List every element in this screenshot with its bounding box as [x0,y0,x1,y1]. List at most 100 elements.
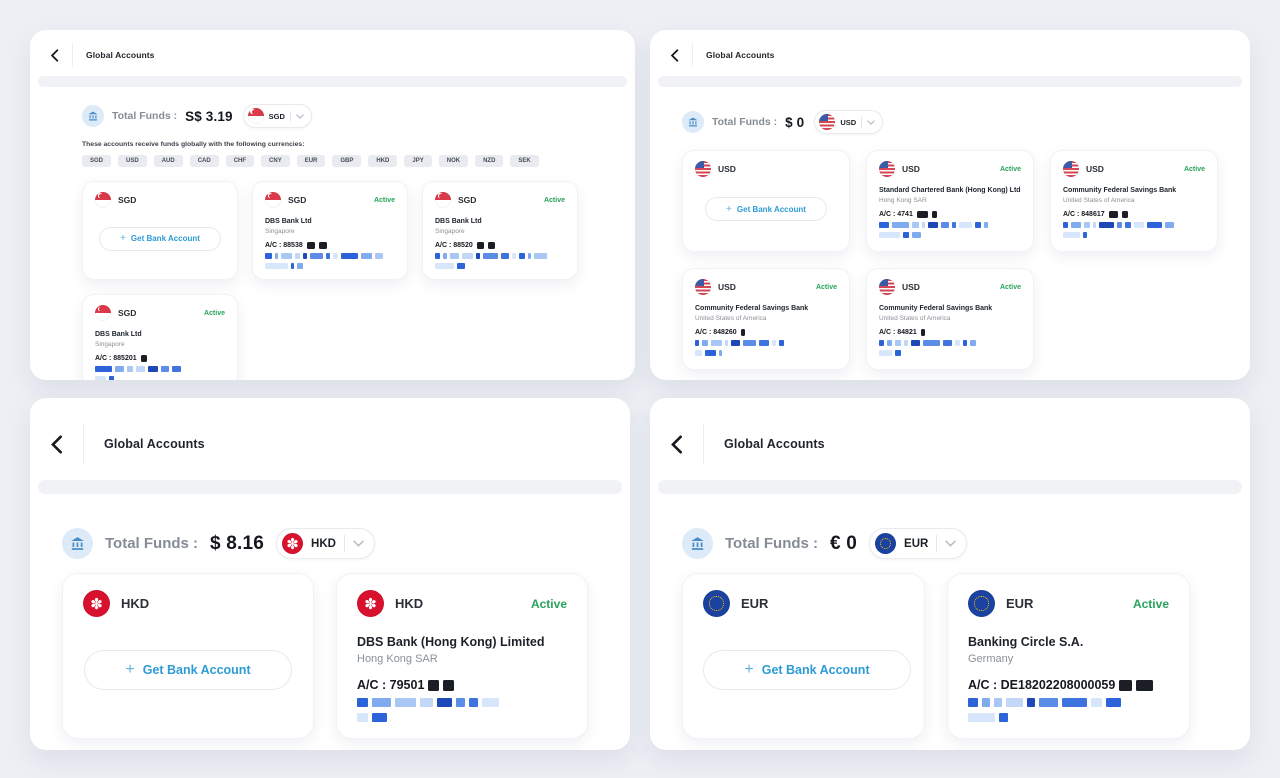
chevron-down-icon [296,114,304,119]
currency-flag-icon [695,279,711,295]
account-card[interactable]: EUR Active Banking Circle S.A. Germany A… [947,573,1190,739]
account-card[interactable]: SGD + Get Bank Account [82,181,238,280]
total-funds-amount: $ 0 [785,115,804,130]
get-bank-account-button[interactable]: + Get Bank Account [99,227,221,251]
currency-chip: USD [118,155,147,167]
redacted-account-details [95,362,225,380]
chevron-left-icon [670,435,683,454]
header-divider [703,424,704,464]
scrollbar-track[interactable] [658,480,1242,494]
plus-icon: + [744,661,753,679]
account-number: A/C : 4741 [879,211,1021,218]
redacted-digits [473,242,495,249]
redaction-row [968,713,1169,722]
header-divider [692,43,693,67]
back-button[interactable] [50,435,63,454]
currency-select[interactable]: USD [814,110,883,134]
currency-flag-icon: ✽ [282,533,303,554]
chevron-down-icon [867,120,875,125]
selected-currency: EUR [904,538,928,550]
currency-chip: NZD [475,155,503,167]
currency-flag-icon [1063,161,1079,177]
total-funds-label: Total Funds : [725,535,818,552]
card-header: USD Active [1063,161,1205,177]
currency-chip: EUR [297,155,326,167]
currency-chip: SEK [510,155,538,167]
get-bank-account-label: Get Bank Account [762,663,870,677]
card-header: EUR Active [968,590,1169,617]
status-badge: Active [1133,597,1169,611]
account-number: A/C : 79501 [357,678,567,692]
currency-code: SGD [288,195,306,205]
total-funds-label: Total Funds : [105,535,198,552]
account-cards: USD + Get Bank Account USD Active Standa… [682,150,1226,370]
selected-currency: USD [840,118,856,127]
redaction-row [695,340,837,346]
select-divider [290,111,291,122]
currency-select[interactable]: EUR [869,528,967,559]
scrollbar-track[interactable] [38,480,622,494]
get-bank-account-label: Get Bank Account [143,663,251,677]
plus-icon: + [120,233,126,244]
currency-flag-icon: ✽ [83,590,110,617]
account-card[interactable]: EUR + Get Bank Account [682,573,925,739]
account-card[interactable]: SGD Active DBS Bank Ltd Singapore A/C : … [252,181,408,280]
account-number-text: A/C : 848260 [695,329,737,336]
bank-region: United States of America [695,315,837,322]
currency-flag-icon [968,590,995,617]
redaction-row [695,350,837,356]
scrollbar-track[interactable] [658,76,1242,87]
plus-icon: + [726,204,732,215]
currency-chip: CNY [261,155,290,167]
currency-flag-icon [875,533,896,554]
global-accounts-panel-sgd: Global Accounts Total Funds : S$ 3.19 SG… [30,30,635,380]
account-number-text: A/C : 84821 [879,329,917,336]
redacted-account-details [695,336,837,356]
account-cards: EUR + Get Bank Account EUR Active Bankin… [682,573,1220,739]
account-card[interactable]: USD Active Standard Chartered Bank (Hong… [866,150,1034,252]
currency-select[interactable]: ✽ HKD [276,528,375,559]
redaction-row [879,340,1021,346]
select-divider [344,535,345,552]
status-badge: Active [1000,166,1021,173]
bank-region: Hong Kong SAR [357,653,567,665]
get-bank-account-button[interactable]: + Get Bank Account [703,650,911,690]
status-badge: Active [544,197,565,204]
redaction-row [95,366,225,372]
account-number-text: A/C : 88538 [265,242,303,249]
scrollbar-track[interactable] [38,76,627,87]
card-header: USD Active [879,161,1021,177]
select-divider [936,535,937,552]
account-card[interactable]: USD Active Community Federal Savings Ban… [682,268,850,370]
currency-code: USD [902,282,920,292]
bank-region: Singapore [265,228,395,235]
get-bank-account-button[interactable]: + Get Bank Account [705,197,827,221]
chevron-down-icon [353,540,364,547]
account-card[interactable]: USD Active Community Federal Savings Ban… [1050,150,1218,252]
page-title: Global Accounts [104,437,205,451]
account-number: A/C : 885201 [95,355,225,362]
account-card[interactable]: ✽ HKD + Get Bank Account [62,573,314,739]
currency-select[interactable]: SGD [243,104,312,128]
redaction-row [435,263,565,269]
account-card[interactable]: USD Active Community Federal Savings Ban… [866,268,1034,370]
header-divider [83,424,84,464]
panel-content: Total Funds : $ 8.16 ✽ HKD ✽ HKD + Get B… [30,528,630,739]
account-card[interactable]: USD + Get Bank Account [682,150,850,252]
back-button[interactable] [670,49,679,62]
back-button[interactable] [50,49,59,62]
currency-code: EUR [1006,596,1033,611]
card-header: SGD Active [265,192,395,208]
account-card[interactable]: SGD Active DBS Bank Ltd Singapore A/C : … [422,181,578,280]
account-card[interactable]: SGD Active DBS Bank Ltd Singapore A/C : … [82,294,238,380]
header-divider [72,43,73,67]
account-card[interactable]: ✽ HKD Active DBS Bank (Hong Kong) Limite… [336,573,588,739]
page-title: Global Accounts [706,50,775,60]
panel-header: Global Accounts [30,30,635,75]
redaction-row [1063,222,1205,228]
currency-code: USD [718,282,736,292]
get-bank-account-button[interactable]: + Get Bank Account [84,650,292,690]
account-number: A/C : 88538 [265,242,395,249]
back-button[interactable] [670,435,683,454]
status-badge: Active [531,597,567,611]
